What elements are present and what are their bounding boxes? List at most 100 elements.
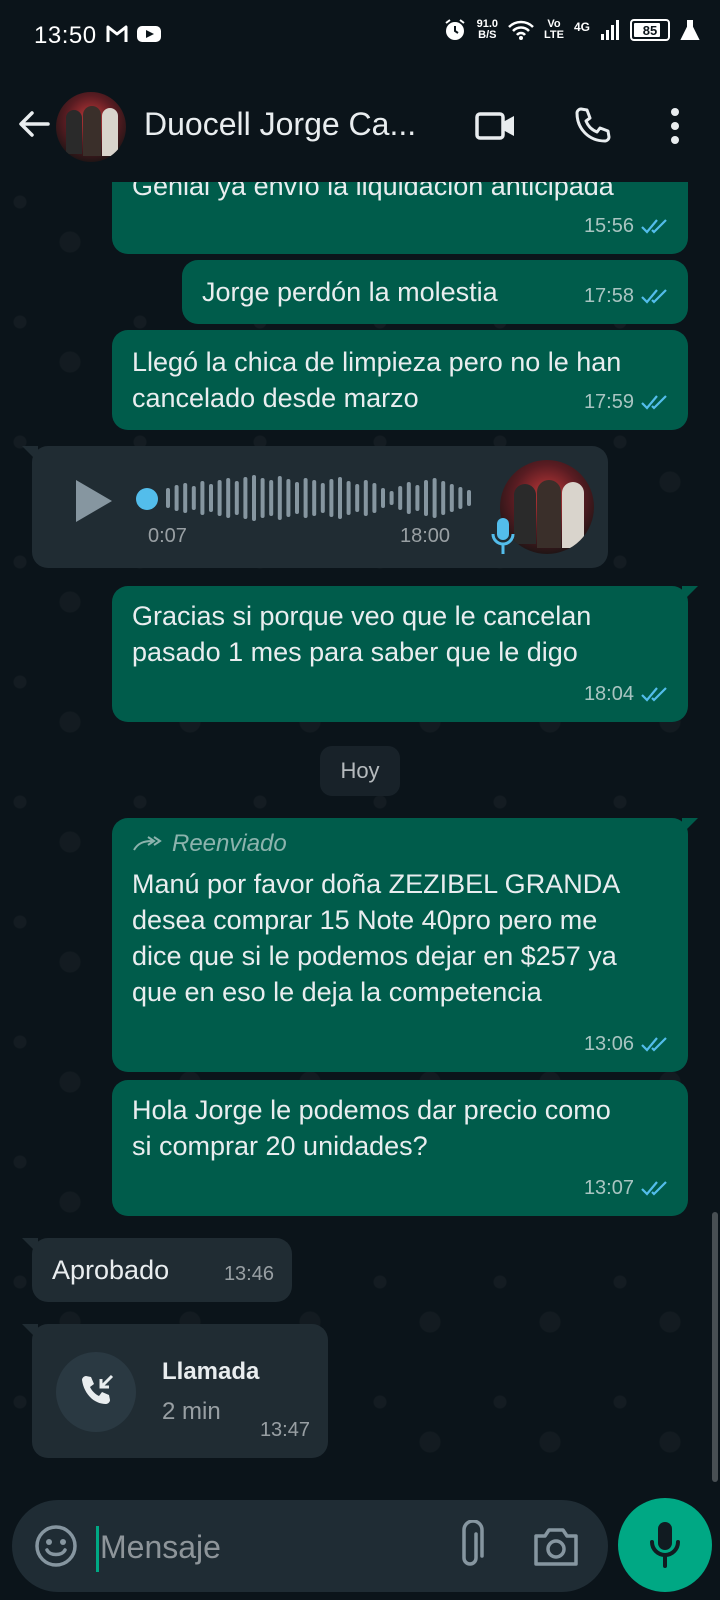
- microphone-icon: [491, 518, 515, 554]
- waveform-bar: [320, 483, 325, 513]
- volte-bottom: LTE: [544, 29, 564, 41]
- waveform-bar: [217, 480, 222, 516]
- waveform-bar: [209, 484, 213, 512]
- camera-icon[interactable]: [532, 1524, 580, 1568]
- date-separator: Hoy: [320, 746, 400, 796]
- more-options-icon[interactable]: [660, 104, 690, 148]
- battery-indicator: 85: [630, 19, 670, 41]
- avatar-figure: [66, 110, 82, 154]
- waveform-bar: [277, 476, 282, 520]
- waveform-bar: [406, 482, 411, 514]
- avatar-figure: [102, 108, 118, 156]
- message-time: 18:00: [400, 525, 451, 547]
- outgoing-message[interactable]: Gracias si porque veo que le cancelan pa…: [112, 586, 698, 722]
- net-speed: 91.0 B/S: [477, 19, 498, 41]
- waveform-bar: [234, 481, 239, 515]
- scrollbar[interactable]: [712, 1212, 718, 1482]
- status-notification-icons: [106, 24, 162, 44]
- forward-arrow-icon: [133, 836, 162, 851]
- incoming-call-message[interactable]: Llamada 2 min 13:47: [22, 1324, 328, 1458]
- bubble-tail: [22, 1238, 38, 1254]
- waveform-bar: [432, 478, 437, 518]
- waveform-bar: [398, 486, 403, 510]
- waveform-bar: [260, 478, 265, 518]
- waveform-bar: [363, 480, 368, 516]
- microphone-icon: [650, 1522, 680, 1568]
- avatar-figure: [537, 480, 561, 548]
- message-time: 17:59: [583, 391, 634, 413]
- double-check-icon: [641, 687, 667, 702]
- video-call-icon[interactable]: [474, 106, 518, 146]
- message-time: 17:58: [583, 285, 634, 307]
- message-time: 13:06: [583, 1033, 634, 1055]
- contact-name[interactable]: Duocell Jorge Ca...: [144, 106, 444, 143]
- gmail-icon: [106, 25, 128, 42]
- waveform-bar: [372, 483, 377, 513]
- message-meta: 17:59: [584, 384, 670, 420]
- network-type: 4G: [573, 20, 590, 34]
- waveform-bar: [458, 487, 463, 509]
- outgoing-message[interactable]: Jorge perdón la molestia 17:58: [182, 260, 688, 324]
- message-list[interactable]: Genial ya envío la liquidación anticipad…: [0, 182, 720, 1492]
- message-time: 15:56: [583, 215, 634, 237]
- message-text: Genial ya envío la liquidación anticipad…: [132, 182, 614, 201]
- waveform-bar: [346, 481, 351, 515]
- voice-waveform[interactable]: [162, 472, 492, 524]
- double-check-icon: [641, 289, 667, 304]
- message-meta: 13:47: [260, 1412, 310, 1448]
- avatar-figure: [83, 106, 101, 156]
- battery-level: 85: [642, 22, 658, 38]
- waveform-bar: [191, 486, 196, 510]
- volte-indicator: Vo LTE: [544, 19, 564, 41]
- playback-scrubber[interactable]: [136, 488, 158, 510]
- double-check-icon: [641, 1181, 667, 1196]
- waveform-bar: [252, 475, 256, 521]
- outgoing-forwarded-message[interactable]: Reenviado Manú por favor doña ZEZIBEL GR…: [112, 818, 698, 1072]
- chat-header: Duocell Jorge Ca...: [0, 72, 720, 182]
- contact-avatar[interactable]: [56, 92, 126, 162]
- bubble-tail: [22, 446, 38, 462]
- back-arrow-icon[interactable]: [16, 106, 52, 142]
- play-icon[interactable]: [72, 476, 116, 526]
- waveform-bar: [415, 485, 420, 511]
- phone-icon[interactable]: [570, 104, 614, 148]
- waveform-bar: [286, 479, 291, 517]
- status-system-icons: 91.0 B/S Vo LTE 4G 85: [443, 18, 700, 42]
- waveform-bar: [174, 485, 179, 511]
- status-time: 13:50: [34, 22, 97, 49]
- message-meta: 17:58: [584, 278, 670, 314]
- incoming-voice-message[interactable]: 0:07 18:00: [22, 446, 608, 568]
- double-check-icon: [641, 395, 667, 410]
- incoming-call-icon: [82, 1374, 114, 1404]
- waveform-bar: [355, 484, 360, 512]
- paperclip-icon[interactable]: [452, 1520, 488, 1572]
- message-time: 18:04: [583, 683, 634, 705]
- outgoing-message[interactable]: Genial ya envío la liquidación anticipad…: [112, 182, 688, 254]
- outgoing-message[interactable]: Hola Jorge le podemos dar precio como si…: [112, 1080, 688, 1216]
- message-input[interactable]: [98, 1520, 432, 1574]
- battery-saver-icon: [680, 20, 700, 40]
- youtube-icon: [137, 26, 161, 42]
- waveform-bar: [389, 491, 394, 505]
- call-icon-container: [56, 1352, 136, 1432]
- waveform-bar: [338, 477, 342, 519]
- waveform-bar: [381, 488, 385, 508]
- message-meta: 13:06: [584, 1026, 670, 1062]
- message-time: 13:46: [223, 1263, 274, 1285]
- message-time: 13:07: [583, 1177, 634, 1199]
- forwarded-label: Reenviado: [132, 828, 668, 860]
- waveform-bar: [312, 480, 317, 516]
- incoming-message[interactable]: Aprobado 13:46: [22, 1238, 292, 1302]
- call-duration: 2 min: [162, 1398, 221, 1425]
- net-speed-unit: B/S: [478, 29, 497, 41]
- call-title: Llamada: [162, 1358, 260, 1385]
- voice-record-button[interactable]: [618, 1498, 712, 1592]
- bubble-tail: [682, 586, 698, 602]
- outgoing-message[interactable]: Llegó la chica de limpieza pero no le ha…: [112, 330, 688, 430]
- emoji-icon[interactable]: [32, 1522, 80, 1570]
- message-meta: 15:56: [584, 208, 670, 244]
- bubble-tail: [682, 818, 698, 834]
- status-bar: 13:50 91.0 B/S Vo LTE 4G 85: [0, 0, 720, 72]
- message-meta: 13:46: [224, 1256, 274, 1292]
- message-time: 13:47: [259, 1419, 310, 1441]
